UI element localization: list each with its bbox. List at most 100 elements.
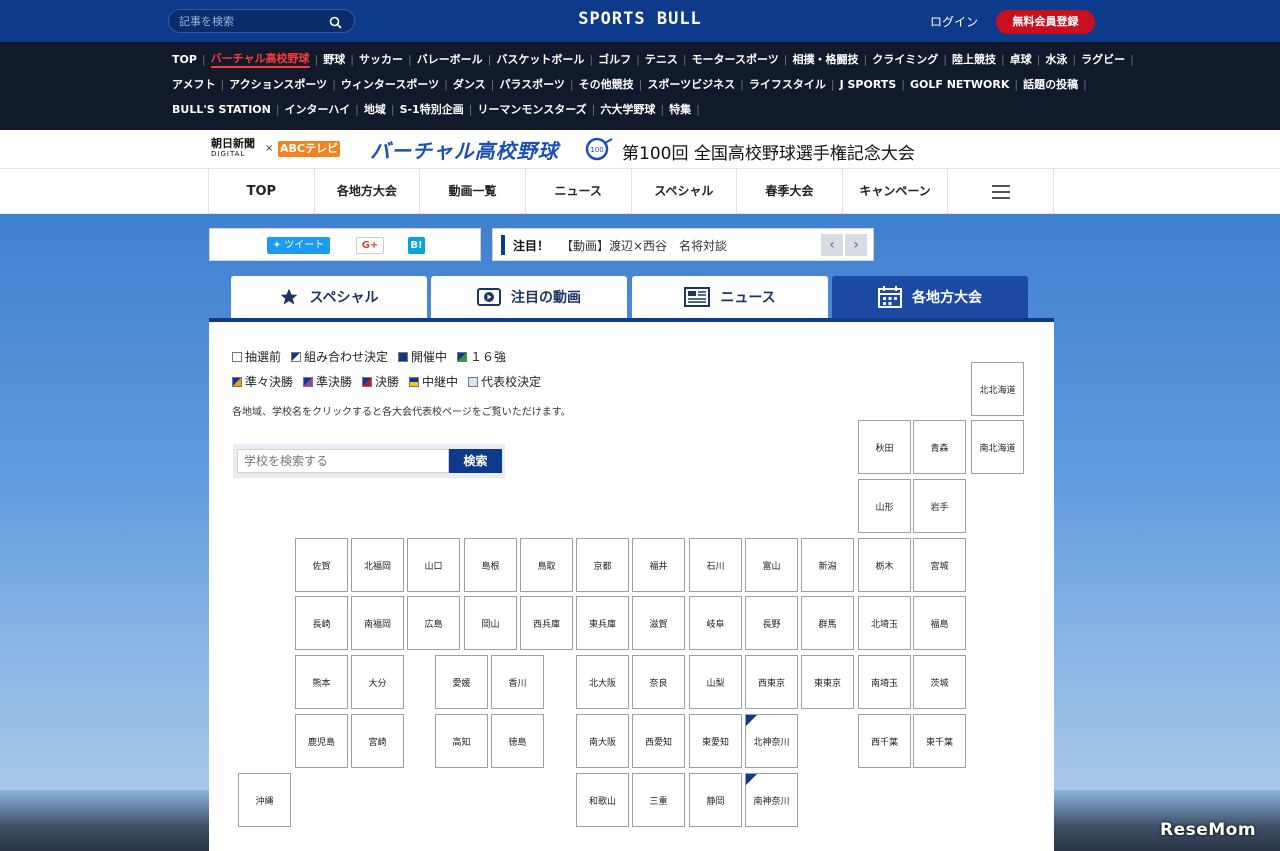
prefecture-tile[interactable]: 熊本 [295, 655, 348, 709]
prefecture-tile[interactable]: 岐阜 [689, 596, 742, 650]
prefecture-tile[interactable]: 西兵庫 [520, 596, 573, 650]
prefecture-tile[interactable]: 香川 [491, 655, 544, 709]
category-nav-item[interactable]: モータースポーツ [692, 51, 779, 67]
prefecture-tile[interactable]: 沖縄 [238, 773, 291, 827]
prefecture-tile[interactable]: 山口 [407, 538, 460, 592]
category-nav-item[interactable]: ゴルフ [598, 51, 631, 67]
prefecture-tile[interactable]: 南福岡 [351, 596, 404, 650]
prefecture-tile[interactable]: 長崎 [295, 596, 348, 650]
tab-featured-videos[interactable]: 注目の動画 [431, 276, 627, 318]
prefecture-tile[interactable]: 東千葉 [913, 714, 966, 768]
menu-icon[interactable] [948, 169, 1054, 214]
category-nav-item[interactable]: パラスポーツ [499, 76, 565, 92]
category-nav-item[interactable]: アメフト [172, 76, 215, 92]
category-nav-item[interactable]: バスケットボール [496, 51, 584, 67]
prefecture-tile[interactable]: 岩手 [913, 479, 966, 533]
prefecture-tile[interactable]: 長野 [745, 596, 798, 650]
main-nav-news[interactable]: ニュース [526, 169, 632, 214]
category-nav-item[interactable]: インターハイ [285, 101, 351, 117]
prefecture-tile[interactable]: 徳島 [491, 714, 544, 768]
category-nav-item[interactable]: 野球 [323, 51, 345, 67]
prefecture-tile[interactable]: 広島 [407, 596, 460, 650]
next-arrow-icon[interactable]: › [845, 234, 867, 256]
notice-link[interactable]: 【動画】渡辺×西谷 名将対談 [561, 237, 727, 254]
category-nav-item[interactable]: S-1特別企画 [400, 101, 464, 117]
prefecture-tile[interactable]: 南埼玉 [858, 655, 911, 709]
prefecture-tile[interactable]: 京都 [576, 538, 629, 592]
category-nav-item[interactable]: BULL'S STATION [172, 103, 271, 116]
prefecture-tile[interactable]: 山梨 [689, 655, 742, 709]
category-nav-item[interactable]: バーチャル高校野球 [210, 50, 310, 68]
prefecture-tile[interactable]: 秋田 [858, 420, 911, 474]
prefecture-tile[interactable]: 福島 [913, 596, 966, 650]
prefecture-tile[interactable]: 愛媛 [435, 655, 488, 709]
prefecture-tile[interactable]: 島根 [464, 538, 517, 592]
tab-news[interactable]: ニュース [632, 276, 828, 318]
main-nav-videos[interactable]: 動画一覧 [420, 169, 526, 214]
login-link[interactable]: ログイン [930, 13, 978, 30]
prefecture-tile[interactable]: 佐賀 [295, 538, 348, 592]
prefecture-tile[interactable]: 山形 [858, 479, 911, 533]
search-icon[interactable] [329, 14, 342, 33]
category-nav-item[interactable]: TOP [172, 53, 197, 66]
prefecture-tile[interactable]: 南神奈川 [745, 773, 798, 827]
prefecture-tile[interactable]: 岡山 [464, 596, 517, 650]
prefecture-tile[interactable]: 北神奈川 [745, 714, 798, 768]
prefecture-tile[interactable]: 奈良 [632, 655, 685, 709]
category-nav-item[interactable]: J SPORTS [840, 78, 897, 91]
prefecture-tile[interactable]: 宮城 [913, 538, 966, 592]
category-nav-item[interactable]: 六大学野球 [600, 101, 655, 117]
category-nav-item[interactable]: ラグビー [1081, 51, 1125, 67]
main-nav-spring[interactable]: 春季大会 [737, 169, 843, 214]
tweet-button[interactable]: ✦ ツイート [267, 237, 330, 254]
prefecture-tile[interactable]: 新潟 [801, 538, 854, 592]
prefecture-tile[interactable]: 西千葉 [858, 714, 911, 768]
category-nav-item[interactable]: 卓球 [1010, 51, 1032, 67]
main-nav-top[interactable]: TOP [209, 169, 315, 214]
category-nav-item[interactable]: 話題の投稿 [1023, 76, 1078, 92]
prefecture-tile[interactable]: 東愛知 [689, 714, 742, 768]
main-nav-special[interactable]: スペシャル [632, 169, 738, 214]
prefecture-tile[interactable]: 鳥取 [520, 538, 573, 592]
category-nav-item[interactable]: 相撲・格闘技 [793, 51, 859, 67]
tab-regional-tournaments[interactable]: 各地方大会 [832, 276, 1028, 318]
prev-arrow-icon[interactable]: ‹ [821, 234, 843, 256]
school-search-button[interactable]: 検索 [449, 449, 502, 473]
category-nav-item[interactable]: 地域 [364, 101, 386, 117]
category-nav-item[interactable]: 陸上競技 [952, 51, 996, 67]
prefecture-tile[interactable]: 北北海道 [971, 362, 1024, 416]
prefecture-tile[interactable]: 北埼玉 [858, 596, 911, 650]
category-nav-item[interactable]: ウィンタースポーツ [341, 76, 439, 92]
prefecture-tile[interactable]: 富山 [745, 538, 798, 592]
prefecture-tile[interactable]: 南大阪 [576, 714, 629, 768]
hatena-bookmark-button[interactable]: B! [408, 237, 425, 254]
prefecture-tile[interactable]: 東東京 [801, 655, 854, 709]
prefecture-tile[interactable]: 高知 [435, 714, 488, 768]
category-nav-item[interactable]: ライフスタイル [749, 76, 826, 92]
prefecture-tile[interactable]: 北大阪 [576, 655, 629, 709]
category-nav-item[interactable]: クライミング [872, 51, 938, 67]
prefecture-tile[interactable]: 福井 [632, 538, 685, 592]
category-nav-item[interactable]: テニス [645, 51, 678, 67]
main-nav-campaign[interactable]: キャンペーン [843, 169, 949, 214]
prefecture-tile[interactable]: 大分 [351, 655, 404, 709]
sports-bull-logo[interactable]: SPORTS BULL [540, 9, 740, 29]
prefecture-tile[interactable]: 三重 [632, 773, 685, 827]
category-nav-item[interactable]: スポーツビジネス [647, 76, 735, 92]
prefecture-tile[interactable]: 静岡 [689, 773, 742, 827]
school-search-input[interactable] [237, 449, 449, 473]
prefecture-tile[interactable]: 宮崎 [351, 714, 404, 768]
category-nav-item[interactable]: バレーボール [417, 51, 483, 67]
prefecture-tile[interactable]: 栃木 [858, 538, 911, 592]
prefecture-tile[interactable]: 滋賀 [632, 596, 685, 650]
prefecture-tile[interactable]: 東兵庫 [576, 596, 629, 650]
category-nav-item[interactable]: GOLF NETWORK [910, 78, 1009, 91]
category-nav-item[interactable]: アクションスポーツ [229, 76, 327, 92]
google-plus-button[interactable]: G+ [356, 237, 384, 254]
prefecture-tile[interactable]: 青森 [913, 420, 966, 474]
main-nav-regional[interactable]: 各地方大会 [315, 169, 421, 214]
category-nav-item[interactable]: リーマンモンスターズ [477, 101, 586, 117]
category-nav-item[interactable]: ダンス [453, 76, 486, 92]
prefecture-tile[interactable]: 茨城 [913, 655, 966, 709]
prefecture-tile[interactable]: 石川 [689, 538, 742, 592]
